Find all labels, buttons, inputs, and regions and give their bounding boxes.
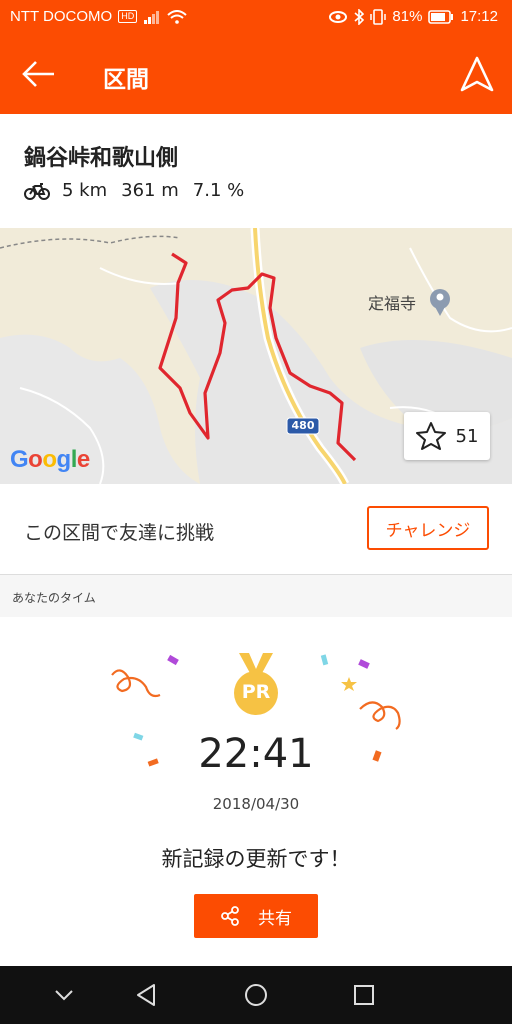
status-bar: NTT DOCOMO HD 81% 17:12 (0, 0, 512, 34)
bluetooth-icon (354, 8, 365, 25)
app-bar: 区間 (0, 34, 512, 114)
clock: 17:12 (460, 8, 498, 25)
system-navigation-bar (0, 966, 512, 1024)
star-button[interactable]: 51 (404, 412, 490, 460)
segment-stats: 5 km 361 m 7.1 % (24, 180, 258, 201)
segment-grade: 7.1 % (192, 180, 245, 201)
bicycle-icon (24, 182, 50, 200)
page-title: 区間 (103, 67, 149, 93)
segment-header: 鍋谷峠和歌山側 5 km 361 m 7.1 % (0, 114, 512, 228)
segment-map[interactable]: 480 定福寺 Google 51 (0, 228, 512, 484)
vibrate-icon (370, 8, 387, 25)
hd-badge: HD (118, 10, 138, 23)
share-button[interactable]: 共有 (194, 894, 318, 938)
eye-comfort-icon (329, 10, 348, 23)
chevron-down-icon[interactable] (47, 978, 81, 1012)
elapsed-time: 22:41 (198, 731, 314, 777)
recents-square-icon[interactable] (347, 978, 381, 1012)
star-count: 51 (455, 425, 479, 447)
signal-icon (144, 10, 160, 24)
medal-label: PR (241, 681, 271, 703)
challenge-row: この区間で友達に挑戦 チャレンジ (0, 484, 512, 575)
wifi-icon (167, 9, 187, 24)
share-icon (221, 906, 239, 926)
segment-name: 鍋谷峠和歌山側 (24, 146, 179, 171)
carrier-label: NTT DOCOMO (10, 8, 113, 25)
google-logo: Google (10, 446, 90, 473)
confetti-decoration (111, 654, 401, 767)
back-triangle-icon[interactable] (130, 978, 164, 1012)
share-label: 共有 (258, 908, 292, 929)
road-number: 480 (291, 419, 315, 432)
segment-elevation: 361 m (121, 180, 179, 201)
home-circle-icon[interactable] (239, 978, 273, 1012)
challenge-button[interactable]: チャレンジ (367, 506, 489, 550)
segment-distance: 5 km (62, 180, 108, 201)
star-icon (415, 422, 446, 450)
record-message: 新記録の更新です！ (161, 847, 351, 871)
effort-date: 2018/04/30 (212, 795, 300, 813)
arrow-left-icon[interactable] (20, 56, 58, 92)
your-time-section-header: あなたのタイム (0, 575, 512, 617)
poi-label: 定福寺 (368, 294, 417, 313)
navigation-arrow-icon[interactable] (458, 54, 496, 94)
section-label: あなたのタイム (12, 591, 96, 605)
battery-percent: 81% (392, 8, 423, 25)
battery-icon (428, 9, 454, 24)
challenge-text: この区間で友達に挑戦 (24, 522, 215, 544)
personal-record-card: PR 22:41 2018/04/30 新記録の更新です！ 共有 (0, 617, 512, 966)
